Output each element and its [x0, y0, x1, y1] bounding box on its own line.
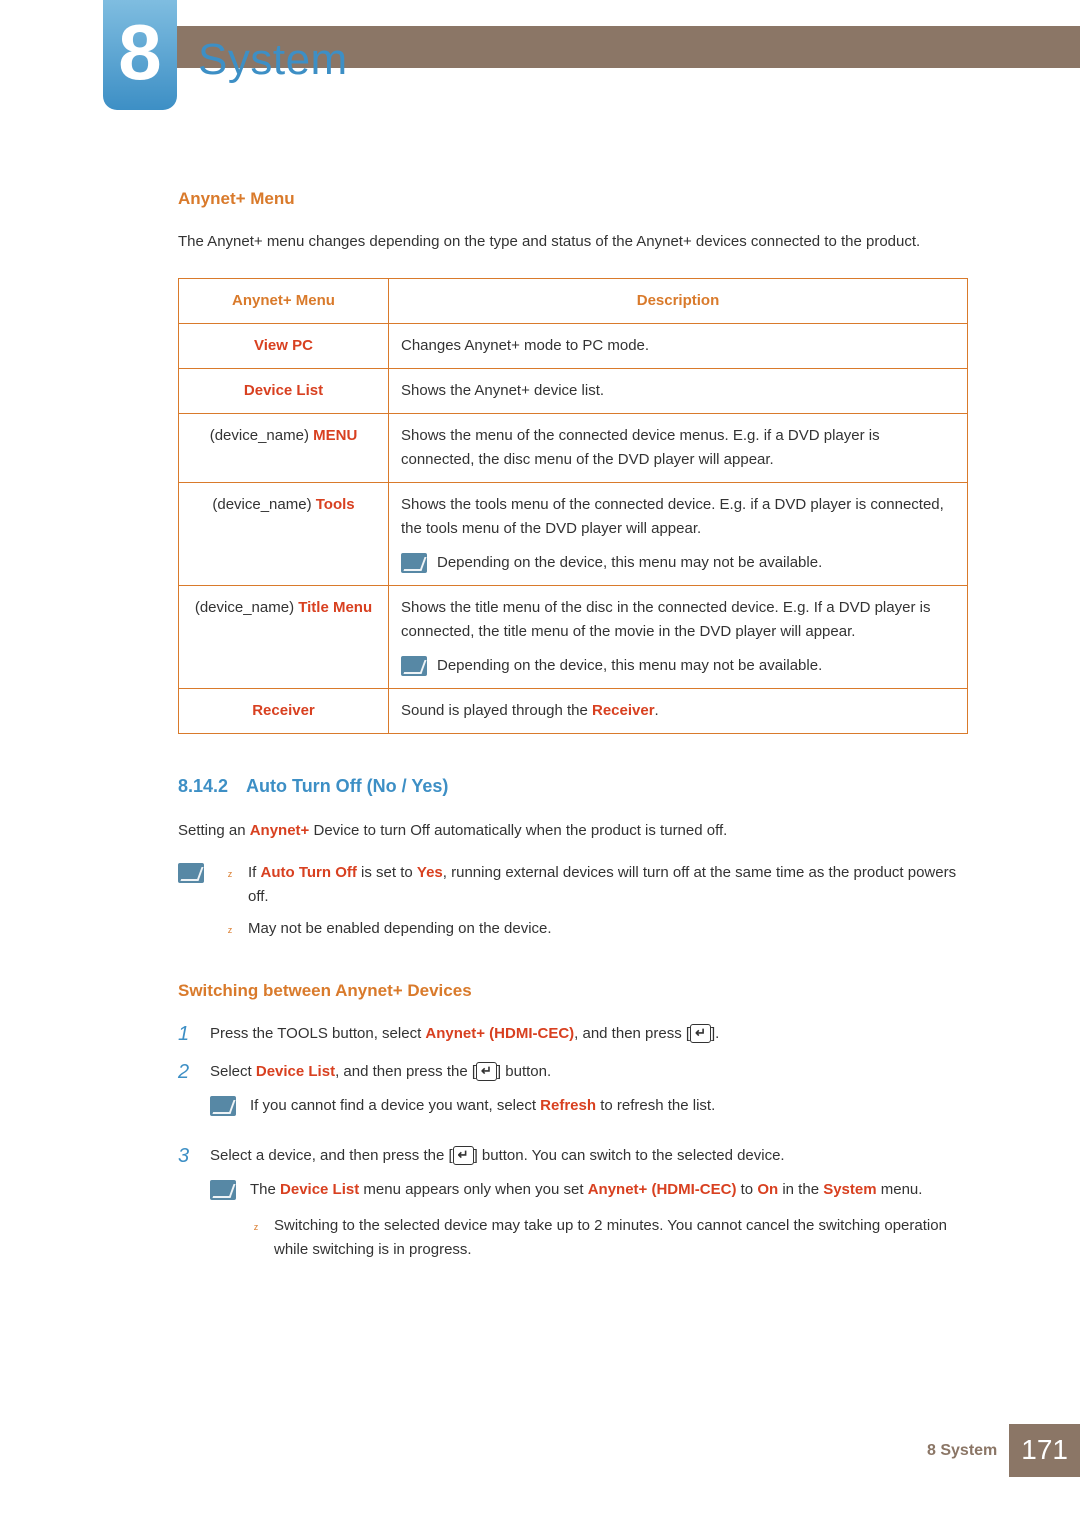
note-icon	[210, 1096, 236, 1116]
chapter-badge: 8	[103, 0, 177, 110]
chapter-title: System	[198, 25, 348, 95]
step-2: 2 Select Device List, and then press the…	[178, 1060, 968, 1130]
note-icon	[178, 863, 204, 883]
switching-heading: Switching between Anynet+ Devices	[178, 977, 968, 1004]
cell-note: Depending on the device, this menu may n…	[401, 654, 955, 678]
table-row: (device_name) Tools Shows the tools menu…	[179, 483, 968, 586]
enter-icon	[690, 1024, 711, 1043]
auto-turn-off-notes: z If Auto Turn Off is set to Yes, runnin…	[178, 861, 968, 949]
anynet-heading: Anynet+ Menu	[178, 185, 968, 212]
note-icon	[401, 553, 427, 573]
cell-note: Depending on the device, this menu may n…	[401, 551, 955, 575]
section-8-14-2-heading: 8.14.2 Auto Turn Off (No / Yes)	[178, 772, 968, 801]
switching-steps: 1 Press the TOOLS button, select Anynet+…	[178, 1022, 968, 1282]
anynet-intro: The Anynet+ menu changes depending on th…	[178, 230, 968, 254]
page-footer: 8 System 171	[927, 1424, 1080, 1477]
page-content: Anynet+ Menu The Anynet+ menu changes de…	[178, 185, 968, 1296]
anynet-table: Anynet+ Menu Description View PC Changes…	[178, 278, 968, 734]
enter-icon	[453, 1146, 474, 1165]
bullet-icon: z	[224, 923, 236, 937]
note-icon	[210, 1180, 236, 1200]
page-number: 171	[1009, 1424, 1080, 1477]
table-row: View PC Changes Anynet+ mode to PC mode.	[179, 324, 968, 369]
auto-turn-off-intro: Setting an Anynet+ Device to turn Off au…	[178, 819, 968, 843]
th-desc: Description	[389, 279, 968, 324]
note-icon	[401, 656, 427, 676]
th-menu: Anynet+ Menu	[179, 279, 389, 324]
table-row: Device List Shows the Anynet+ device lis…	[179, 369, 968, 414]
step-3: 3 Select a device, and then press the []…	[178, 1144, 968, 1282]
table-row: (device_name) Title Menu Shows the title…	[179, 586, 968, 689]
chapter-number: 8	[118, 13, 161, 91]
bullet-icon: z	[224, 867, 236, 881]
step-1: 1 Press the TOOLS button, select Anynet+…	[178, 1022, 968, 1046]
bullet-icon: z	[250, 1220, 262, 1234]
table-row: (device_name) MENU Shows the menu of the…	[179, 414, 968, 483]
footer-label: 8 System	[927, 1438, 997, 1464]
table-row: Receiver Sound is played through the Rec…	[179, 689, 968, 734]
enter-icon	[476, 1062, 497, 1081]
